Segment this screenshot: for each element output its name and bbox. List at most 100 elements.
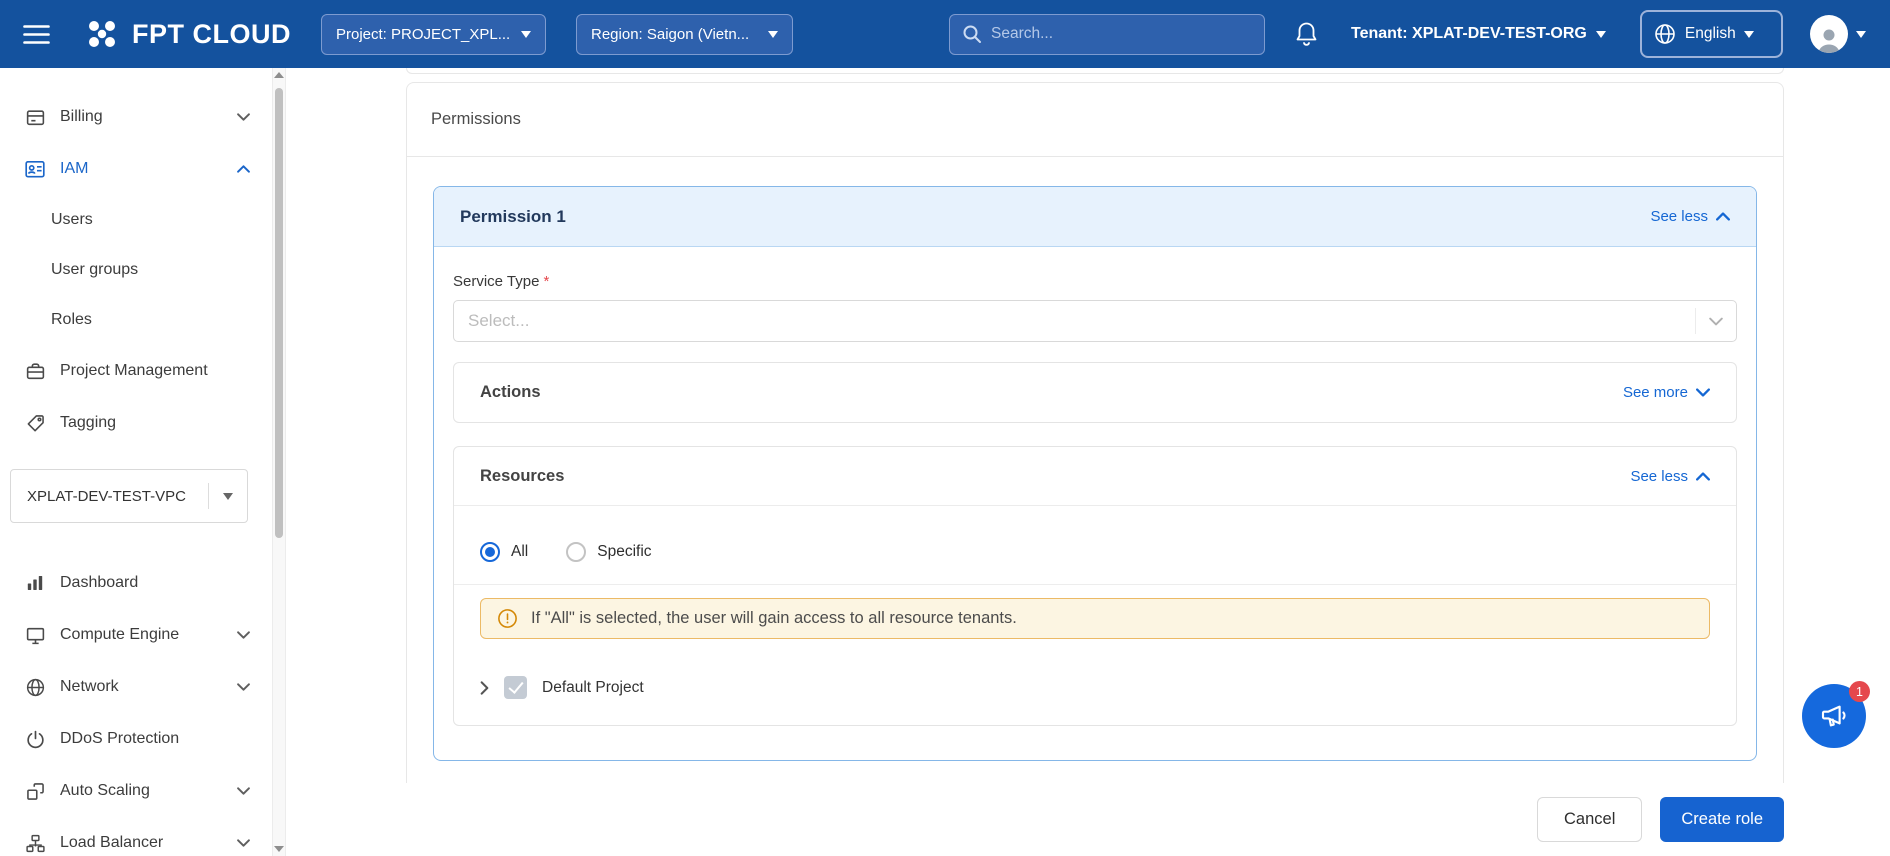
resources-title: Resources — [480, 467, 564, 486]
default-project-row: Default Project — [454, 639, 1736, 725]
chevron-down-icon — [237, 787, 250, 795]
app-shell: Billing IAM Users User groups Roles — [0, 68, 1890, 856]
sidebar-item-tagging[interactable]: Tagging — [0, 397, 272, 449]
warning-exclamation-icon — [497, 608, 518, 629]
radio-specific-label: Specific — [597, 543, 651, 561]
sidebar-item-roles[interactable]: Roles — [0, 295, 272, 345]
resources-scope-radio-group: All Specific — [454, 506, 1736, 585]
chevron-down-icon — [237, 683, 250, 691]
vpc-selector-value: XPLAT-DEV-TEST-VPC — [27, 488, 186, 505]
warning-text: If "All" is selected, the user will gain… — [531, 609, 1017, 628]
resources-see-less-link[interactable]: See less — [1630, 468, 1710, 485]
sidebar-item-label: Auto Scaling — [60, 782, 150, 800]
sidebar-scrollbar[interactable] — [272, 68, 286, 856]
chevron-down-icon — [1696, 388, 1710, 397]
scroll-up-arrow-icon[interactable] — [274, 72, 284, 78]
sidebar-item-load-balancer[interactable]: Load Balancer — [0, 817, 272, 856]
chevron-right-icon[interactable] — [480, 681, 489, 695]
radio-specific-icon[interactable] — [566, 542, 586, 562]
sidebar-item-label: DDoS Protection — [60, 730, 179, 748]
sidebar-item-label: Project Management — [60, 362, 208, 380]
scrollbar-thumb[interactable] — [275, 88, 283, 538]
sidebar-item-project-management[interactable]: Project Management — [0, 345, 272, 397]
actions-section: Actions See more — [453, 362, 1737, 423]
radio-option-all[interactable]: All — [480, 542, 528, 562]
topbar: FPT CLOUD Project: PROJECT_XPL... Region… — [0, 0, 1890, 68]
language-label: English — [1685, 25, 1736, 43]
ddos-protection-icon — [24, 729, 46, 750]
avatar — [1810, 15, 1848, 53]
tenant-label: Tenant: XPLAT-DEV-TEST-ORG — [1351, 25, 1587, 43]
region-dropdown[interactable]: Region: Saigon (Vietn... — [576, 14, 793, 55]
scroll-down-arrow-icon[interactable] — [274, 846, 284, 852]
sidebar-item-auto-scaling[interactable]: Auto Scaling — [0, 765, 272, 817]
permissions-card: Permissions Permission 1 See less — [406, 82, 1784, 802]
sidebar-item-dashboard[interactable]: Dashboard — [0, 557, 272, 609]
cancel-button[interactable]: Cancel — [1537, 797, 1642, 842]
chevron-down-icon — [1596, 31, 1606, 38]
notification-count-badge: 1 — [1849, 681, 1870, 702]
actions-see-more-link[interactable]: See more — [1623, 384, 1710, 401]
iam-icon — [24, 158, 46, 180]
radio-all-selected-icon[interactable] — [480, 542, 500, 562]
sidebar-item-ddos-protection[interactable]: DDoS Protection — [0, 713, 272, 765]
permission-1-title: Permission 1 — [460, 207, 566, 227]
user-menu[interactable] — [1810, 15, 1866, 53]
sidebar-item-billing[interactable]: Billing — [0, 91, 272, 143]
sidebar-item-user-groups[interactable]: User groups — [0, 245, 272, 295]
sidebar-item-label: Users — [51, 211, 93, 229]
previous-card-edge — [406, 68, 1784, 74]
service-type-select[interactable]: Select... — [453, 300, 1737, 342]
sidebar-item-label: Load Balancer — [60, 834, 163, 852]
permissions-card-title: Permissions — [407, 83, 1783, 157]
actions-section-header: Actions See more — [454, 363, 1736, 422]
project-dropdown[interactable]: Project: PROJECT_XPL... — [321, 14, 546, 55]
chevron-down-icon — [208, 483, 247, 509]
radio-option-specific[interactable]: Specific — [566, 542, 651, 562]
briefcase-icon — [24, 361, 46, 382]
tag-icon — [24, 413, 46, 434]
sidebar-item-compute-engine[interactable]: Compute Engine — [0, 609, 272, 661]
actions-title: Actions — [480, 383, 541, 402]
sidebar: Billing IAM Users User groups Roles — [0, 68, 272, 856]
sidebar-item-label: Tagging — [60, 414, 116, 432]
menu-icon[interactable] — [14, 12, 58, 56]
chevron-down-icon — [1744, 31, 1754, 38]
sidebar-item-label: Billing — [60, 108, 103, 126]
sidebar-item-users[interactable]: Users — [0, 195, 272, 245]
monitor-icon — [24, 625, 46, 646]
sidebar-item-label: Roles — [51, 311, 92, 329]
chevron-down-icon — [768, 31, 778, 38]
create-role-button[interactable]: Create role — [1660, 797, 1784, 842]
sidebar-item-label: IAM — [60, 160, 88, 178]
chevron-down-icon — [237, 113, 250, 121]
service-type-label: Service Type * — [453, 273, 1737, 290]
permission-1-panel: Permission 1 See less Service Type — [433, 186, 1757, 761]
vpc-selector[interactable]: XPLAT-DEV-TEST-VPC — [10, 469, 248, 523]
search-input[interactable] — [991, 25, 1252, 43]
notifications-bell-icon[interactable] — [1294, 20, 1319, 48]
auto-scaling-icon — [24, 781, 46, 802]
resources-section: Resources See less — [453, 446, 1737, 726]
billing-icon — [24, 107, 46, 128]
megaphone-icon — [1819, 701, 1849, 731]
sidebar-item-iam[interactable]: IAM — [0, 143, 272, 195]
sidebar-item-label: Network — [60, 678, 119, 696]
permissions-card-body: Permission 1 See less Service Type — [407, 157, 1783, 802]
sidebar-item-network[interactable]: Network — [0, 661, 272, 713]
fpt-cloud-logo[interactable]: FPT CLOUD — [82, 16, 291, 52]
search-box — [949, 14, 1265, 55]
announcements-fab[interactable]: 1 — [1802, 684, 1866, 748]
permission-see-less-link[interactable]: See less — [1650, 208, 1730, 225]
chevron-down-icon — [1695, 308, 1736, 334]
language-selector[interactable]: English — [1640, 10, 1783, 58]
permission-1-body: Service Type * Select... — [434, 273, 1756, 760]
main-content: Permissions Permission 1 See less — [286, 68, 1890, 856]
search-icon — [962, 24, 982, 44]
resources-section-header: Resources See less — [454, 447, 1736, 506]
required-mark: * — [543, 273, 549, 290]
logo-text: FPT CLOUD — [132, 19, 291, 50]
tenant-dropdown[interactable]: Tenant: XPLAT-DEV-TEST-ORG — [1351, 25, 1606, 43]
select-placeholder: Select... — [468, 311, 529, 331]
default-project-label: Default Project — [542, 679, 644, 697]
